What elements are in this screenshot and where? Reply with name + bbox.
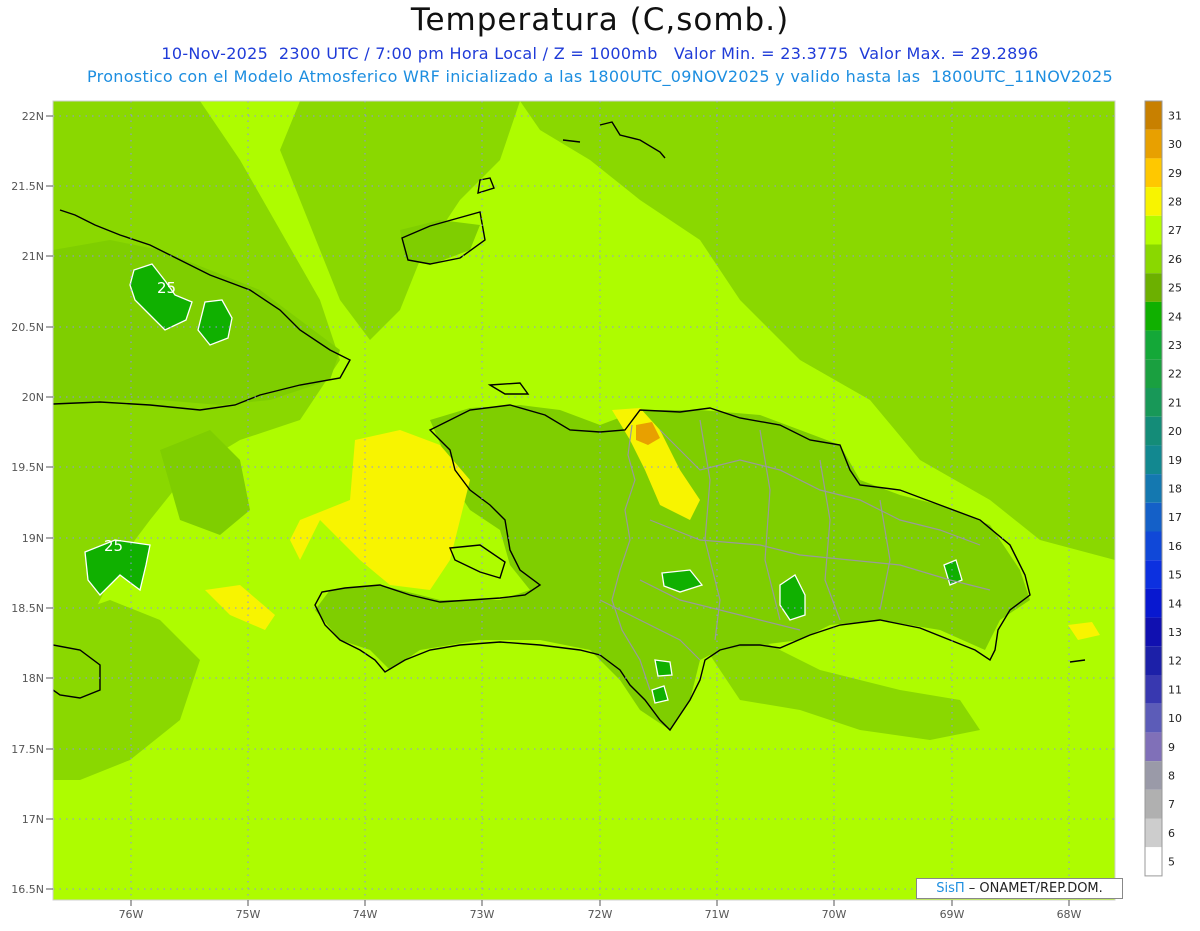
colorbar-cell [1145, 187, 1162, 216]
lat-label: 17N [22, 813, 44, 826]
lat-label: 19N [22, 532, 44, 545]
colorbar-cell [1145, 129, 1162, 159]
lon-label: 74W [353, 908, 378, 921]
colorbar-label: 30 [1168, 138, 1182, 151]
colorbar-label: 17 [1168, 511, 1182, 524]
colorbar-label: 7 [1168, 798, 1175, 811]
colorbar-label: 18 [1168, 482, 1182, 495]
colorbar-cell [1145, 330, 1162, 360]
colorbar-cell [1145, 531, 1162, 561]
lat-label: 16.5N [11, 883, 44, 896]
colorbar-cell [1145, 273, 1162, 302]
colorbar-cell [1145, 502, 1162, 532]
colorbar-label: 23 [1168, 339, 1182, 352]
sispi-logo: SisΠ [936, 881, 965, 896]
lon-label: 76W [119, 908, 144, 921]
colorbar-cell [1145, 761, 1162, 790]
colorbar-label: 29 [1168, 167, 1182, 180]
credit-text: – ONAMET/REP.DOM. [968, 881, 1103, 896]
colorbar-label: 13 [1168, 626, 1182, 639]
colorbar-label: 26 [1168, 253, 1182, 266]
lat-label: 19.5N [11, 461, 44, 474]
colorbar-label: 10 [1168, 712, 1182, 725]
colorbar-cell [1145, 474, 1162, 503]
colorbar-label: 11 [1168, 683, 1182, 696]
lon-label: 72W [588, 908, 613, 921]
contour-label-cuba: 25 [157, 279, 176, 297]
colorbar-label: 16 [1168, 540, 1182, 553]
colorbar-cell [1145, 215, 1162, 245]
colorbar-cell [1145, 560, 1162, 589]
colorbar-label: 6 [1168, 827, 1175, 840]
cool-patch-haiti [654, 659, 673, 677]
lon-axis: 76W 75W 74W 73W 72W 71W 70W 69W 68W [119, 908, 1082, 921]
colorbar-label: 5 [1168, 856, 1175, 869]
credit-box: SisΠ – ONAMET/REP.DOM. [916, 878, 1123, 899]
colorbar-label: 20 [1168, 425, 1182, 438]
colorbar-cell [1145, 617, 1162, 647]
colorbar-cell [1145, 646, 1162, 675]
colorbar-cell [1145, 703, 1162, 733]
contour-label-jamaica: 25 [104, 537, 123, 555]
colorbar-label: 22 [1168, 368, 1182, 381]
lat-ticks [46, 115, 53, 890]
lat-label: 22N [22, 110, 44, 123]
colorbar-cell [1145, 388, 1162, 417]
lon-label: 71W [705, 908, 730, 921]
lon-label: 75W [236, 908, 261, 921]
colorbar-label: 9 [1168, 741, 1175, 754]
colorbar-cell [1145, 359, 1162, 388]
lat-label: 20N [22, 391, 44, 404]
colorbar-cell [1145, 732, 1162, 762]
colorbar-label: 28 [1168, 195, 1182, 208]
colorbar-label: 12 [1168, 655, 1182, 668]
lat-label: 17.5N [11, 743, 44, 756]
colorbar-label: 15 [1168, 569, 1182, 582]
colorbar-cell [1145, 301, 1162, 331]
lon-label: 70W [822, 908, 847, 921]
lon-label: 69W [940, 908, 965, 921]
colorbar-cell [1145, 158, 1162, 188]
lat-label: 21N [22, 250, 44, 263]
lat-label: 18.5N [11, 602, 44, 615]
colorbar-label: 14 [1168, 597, 1182, 610]
colorbar-cell [1145, 818, 1162, 848]
colorbar-label: 31 [1168, 109, 1182, 122]
colorbar-cell [1145, 244, 1162, 274]
colorbar-label: 21 [1168, 396, 1182, 409]
lat-label: 18N [22, 672, 44, 685]
lat-label: 21.5N [11, 180, 44, 193]
colorbar-cell [1145, 847, 1162, 876]
map-panel: 25 25 22N 21.5N 21N 20.5N 20N 19.5N 19N … [0, 0, 1200, 927]
colorbar-label: 25 [1168, 282, 1182, 295]
colorbar-cell [1145, 101, 1162, 130]
colorbar: 31 30 29 28 27 26 25 24 23 22 21 20 19 18 17 16 15 14 13 12… [1144, 100, 1182, 877]
lat-axis: 22N 21.5N 21N 20.5N 20N 19.5N 19N 18.5N … [11, 110, 44, 896]
lon-label: 73W [470, 908, 495, 921]
colorbar-cell [1145, 675, 1162, 704]
colorbar-label: 8 [1168, 769, 1175, 782]
lat-label: 20.5N [11, 321, 44, 334]
colorbar-cell [1145, 445, 1162, 475]
colorbar-cell [1145, 588, 1162, 618]
colorbar-label: 19 [1168, 454, 1182, 467]
colorbar-label: 24 [1168, 310, 1182, 323]
colorbar-label: 27 [1168, 224, 1182, 237]
colorbar-cell [1145, 789, 1162, 819]
lon-ticks [130, 900, 1070, 906]
colorbar-cell [1145, 416, 1162, 446]
lon-label: 68W [1057, 908, 1082, 921]
temperature-map: 25 25 22N 21.5N 21N 20.5N 20N 19.5N 19N … [11, 100, 1182, 921]
